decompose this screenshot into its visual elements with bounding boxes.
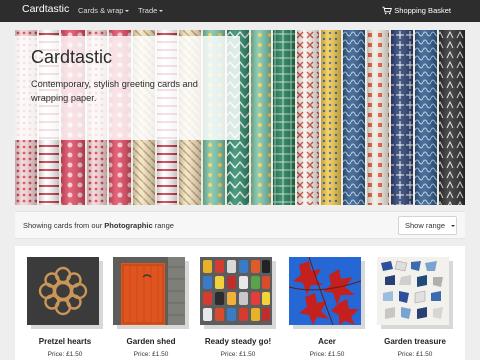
- caret-down-icon: [159, 10, 164, 12]
- menu-label: Cards & wrap: [78, 6, 124, 15]
- card-price: Price: £1.50: [397, 351, 433, 358]
- product-card[interactable]: Pretzel hearts Price: £1.50: [15, 257, 115, 358]
- show-range-button[interactable]: Show range: [398, 216, 457, 235]
- shopping-basket-link[interactable]: Shopping Basket: [382, 6, 451, 15]
- product-card[interactable]: Acer Price: £1.50: [277, 257, 377, 358]
- cards-grid: Pretzel hearts Price: £1.50 Garden shed …: [15, 246, 465, 360]
- range-name: Photographic: [104, 221, 153, 230]
- caret-down-icon: [451, 225, 456, 227]
- ready-steady-go-thumbnail[interactable]: [200, 257, 278, 331]
- card-name[interactable]: Pretzel hearts: [15, 337, 115, 346]
- product-card[interactable]: Garden shed Price: £1.50: [101, 257, 201, 358]
- show-range-label: Show range: [405, 221, 446, 230]
- range-filter-text: Showing cards from our Photographic rang…: [23, 221, 174, 230]
- filter-suffix: range: [154, 221, 174, 230]
- brand-link[interactable]: Cardtastic: [22, 3, 69, 15]
- hero-banner: Cardtastic Contemporary, stylish greetin…: [15, 30, 465, 205]
- hero-subtitle: Contemporary, stylish greeting cards and…: [31, 79, 198, 103]
- caret-down-icon: [125, 10, 130, 12]
- acer-thumbnail[interactable]: [289, 257, 367, 331]
- hero-title: Cardtastic: [31, 47, 113, 67]
- pretzel-hearts-thumbnail[interactable]: [27, 257, 105, 331]
- filter-prefix: Showing cards from our: [23, 221, 103, 230]
- menu-trade[interactable]: Trade: [138, 6, 164, 15]
- basket-label: Shopping Basket: [394, 6, 451, 15]
- top-navbar: Cardtastic Cards & wrap Trade Shopping B…: [0, 0, 480, 22]
- product-card[interactable]: Garden treasure Price: £1.50: [365, 257, 465, 358]
- card-name[interactable]: Acer: [277, 337, 377, 346]
- shopping-cart-icon: [382, 6, 393, 15]
- card-name[interactable]: Ready steady go!: [188, 337, 288, 346]
- card-price: Price: £1.50: [133, 351, 169, 358]
- product-card[interactable]: Ready steady go! Price: £1.50: [188, 257, 288, 358]
- garden-treasure-thumbnail[interactable]: [377, 257, 455, 331]
- card-name[interactable]: Garden shed: [101, 337, 201, 346]
- card-name[interactable]: Garden treasure: [365, 337, 465, 346]
- menu-label: Trade: [138, 6, 158, 15]
- hero-text-panel: Cardtastic Contemporary, stylish greetin…: [15, 36, 240, 140]
- menu-cards-and-wrap[interactable]: Cards & wrap: [78, 6, 130, 15]
- card-price: Price: £1.50: [309, 351, 345, 358]
- garden-shed-thumbnail[interactable]: [113, 257, 191, 331]
- range-filter-bar: Showing cards from our Photographic rang…: [15, 211, 465, 239]
- card-price: Price: £1.50: [220, 351, 256, 358]
- card-price: Price: £1.50: [47, 351, 83, 358]
